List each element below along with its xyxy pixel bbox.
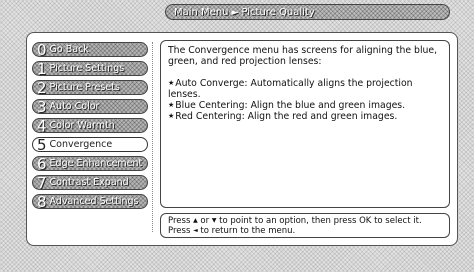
menu-item-label: Contrast Expand xyxy=(49,177,129,188)
star-bullet-icon: ★ xyxy=(168,101,175,109)
menu-item-number: 1 xyxy=(37,61,47,76)
menu-item-number: 6 xyxy=(37,156,47,171)
menu-item-number: 7 xyxy=(37,175,47,190)
bullet-item: ★Auto Converge: Automatically aligns the… xyxy=(168,78,442,100)
menu-item-auto-color[interactable]: 3 Auto Color xyxy=(32,99,148,114)
menu-item-label: Edge Enhancement xyxy=(49,158,143,169)
menu-item-advanced-settings[interactable]: 8 Advanced Settings xyxy=(32,194,148,209)
bullet-text: Red Centering: Align the red and green i… xyxy=(175,111,398,122)
help-box: Press ▲ or ▼ to point to an option, then… xyxy=(160,213,450,238)
help-text: to return to the menu. xyxy=(197,226,296,236)
menu-item-edge-enhancement[interactable]: 6 Edge Enhancement xyxy=(32,156,148,171)
breadcrumb: Main Menu ► Picture Quality xyxy=(165,4,450,20)
menu-item-number: 5 xyxy=(37,137,47,152)
menu-item-convergence[interactable]: 5 Convergence xyxy=(32,137,148,152)
help-text: Press xyxy=(168,216,194,226)
help-text: or xyxy=(197,216,212,226)
star-bullet-icon: ★ xyxy=(168,112,175,120)
menu-item-label: Picture Settings xyxy=(49,63,125,74)
menu-item-number: 0 xyxy=(37,42,47,57)
breadcrumb-root: Main Menu xyxy=(174,7,229,18)
description-intro: The Convergence menu has screens for ali… xyxy=(168,45,438,67)
bullet-item: ★Red Centering: Align the red and green … xyxy=(168,111,442,122)
bullet-item: ★Blue Centering: Align the blue and gree… xyxy=(168,100,442,111)
star-bullet-icon: ★ xyxy=(168,79,175,87)
menu-item-label: Color Warmth xyxy=(49,120,115,131)
menu-item-number: 4 xyxy=(37,118,47,133)
menu-item-go-back[interactable]: 0 Go Back xyxy=(32,42,148,57)
description-box: The Convergence menu has screens for ali… xyxy=(160,40,450,208)
menu-item-contrast-expand[interactable]: 7 Contrast Expand xyxy=(32,175,148,190)
dotted-divider xyxy=(152,42,153,232)
menu-item-label: Convergence xyxy=(49,139,113,150)
menu-item-number: 2 xyxy=(37,80,47,95)
menu-item-color-warmth[interactable]: 4 Color Warmth xyxy=(32,118,148,133)
menu-item-picture-presets[interactable]: 2 Picture Presets xyxy=(32,80,148,95)
menu-item-label: Auto Color xyxy=(49,101,100,112)
side-menu: 0 Go Back 1 Picture Settings 2 Picture P… xyxy=(32,42,148,213)
breadcrumb-separator-icon: ► xyxy=(231,8,239,18)
bullet-text: Blue Centering: Align the blue and green… xyxy=(175,100,406,111)
breadcrumb-current: Picture Quality xyxy=(241,7,315,18)
menu-item-label: Go Back xyxy=(49,44,89,55)
menu-item-label: Picture Presets xyxy=(49,82,120,93)
bullet-text: Auto Converge: Automatically aligns the … xyxy=(168,78,413,100)
menu-item-number: 8 xyxy=(37,194,47,209)
menu-item-picture-settings[interactable]: 1 Picture Settings xyxy=(32,61,148,76)
menu-item-label: Advanced Settings xyxy=(49,196,139,207)
menu-item-number: 3 xyxy=(37,99,47,114)
